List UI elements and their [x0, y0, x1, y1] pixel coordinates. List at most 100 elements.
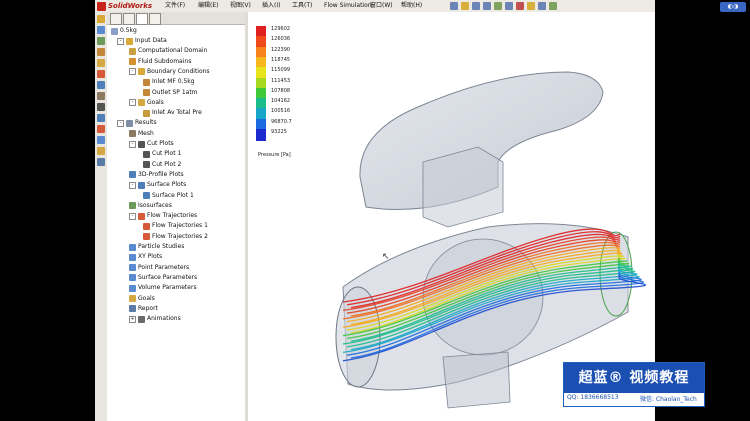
tree-item[interactable]: Cut Plot 1: [143, 149, 181, 159]
tree-item[interactable]: Report: [129, 304, 158, 314]
run-icon[interactable]: [97, 70, 105, 78]
project-icon: [111, 27, 118, 35]
tree-item[interactable]: Inlet MF 0.5kg: [143, 77, 195, 87]
collapse-icon[interactable]: -: [129, 68, 136, 76]
tree-item-label: Particle Studies: [138, 243, 185, 250]
open-icon[interactable]: [461, 2, 469, 10]
menu-help[interactable]: 帮助(H): [401, 0, 422, 12]
collapse-icon[interactable]: -: [129, 140, 136, 148]
tree-item[interactable]: + Animations: [129, 314, 181, 324]
tree-item[interactable]: Flow Trajectories 1: [143, 221, 208, 231]
tree-item-label: XY Plots: [138, 253, 163, 261]
tree-item-label: Results: [135, 119, 157, 127]
new-icon[interactable]: [450, 2, 458, 10]
valve-bottom: [442, 351, 511, 409]
tab-feature-manager[interactable]: [110, 13, 122, 25]
xy-plot-tool-icon[interactable]: [97, 136, 105, 144]
watermark-title: 超蓝® 视频教程: [564, 363, 704, 393]
menu-tools[interactable]: 工具(T): [292, 0, 312, 12]
collapse-icon[interactable]: -: [129, 181, 136, 189]
rebuild-icon[interactable]: [516, 2, 524, 10]
tree-item[interactable]: - Surface Plots: [129, 180, 186, 190]
menu-edit[interactable]: 编辑(E): [198, 0, 218, 12]
report-tool-icon[interactable]: [97, 158, 105, 166]
general-settings-icon[interactable]: [97, 26, 105, 34]
tree-item-label: Mesh: [138, 129, 154, 137]
outlet-icon: [143, 89, 150, 96]
tree-item-label: Computational Domain: [138, 47, 208, 55]
report-icon: [129, 305, 136, 313]
cut-plot-icon: [143, 150, 150, 158]
tree-item[interactable]: - Cut Plots: [129, 139, 174, 149]
trajectory-icon: [143, 222, 150, 230]
tree-item[interactable]: Outlet SP 1atm: [143, 88, 198, 98]
handle-stem: [422, 146, 504, 228]
undo-icon[interactable]: [494, 2, 502, 10]
tree-item[interactable]: Surface Parameters: [129, 273, 197, 283]
watermark-qq: QQ: 1836668513: [567, 394, 619, 401]
tree-item[interactable]: Fluid Subdomains: [129, 57, 191, 67]
tree-item-label: Flow Trajectories 2: [152, 232, 208, 240]
graphics-viewport[interactable]: 129602 126036 122390 118745 115099 111453 1078…: [248, 12, 655, 421]
menu-insert[interactable]: 插入(I): [262, 0, 280, 12]
trajectory-tool-icon[interactable]: [97, 125, 105, 133]
goal-tool-icon[interactable]: [97, 59, 105, 67]
collapse-icon[interactable]: -: [129, 212, 136, 220]
tree-item[interactable]: Goals: [129, 294, 155, 304]
select-icon[interactable]: [505, 2, 513, 10]
tree-item-label: Cut Plot 1: [152, 150, 182, 158]
menu-file[interactable]: 文件(F): [165, 0, 185, 12]
goals-icon: [138, 99, 145, 107]
tree-item[interactable]: Computational Domain: [129, 46, 207, 56]
cut-plot-tool-icon[interactable]: [97, 103, 105, 111]
tree-item[interactable]: - Boundary Conditions: [129, 67, 210, 77]
tab-property-manager[interactable]: [123, 13, 135, 25]
wizard-icon[interactable]: [97, 15, 105, 23]
save-icon[interactable]: [472, 2, 480, 10]
tree-item-label: Flow Trajectories 1: [152, 222, 208, 230]
surface-plots-icon: [138, 181, 145, 189]
tree-item[interactable]: Isosurfaces: [129, 201, 172, 211]
collapse-icon[interactable]: -: [117, 37, 124, 45]
collapse-icon[interactable]: -: [129, 99, 136, 107]
load-results-icon[interactable]: [97, 81, 105, 89]
menu-flow-simulation[interactable]: Flow Simulation: [324, 0, 372, 12]
mesh-tool-icon[interactable]: [97, 92, 105, 100]
print-icon[interactable]: [483, 2, 491, 10]
tree-item[interactable]: 3D-Profile Plots: [129, 170, 184, 180]
menu-window[interactable]: 窗口(W): [370, 0, 393, 12]
tree-item[interactable]: Particle Studies: [129, 242, 184, 252]
domain-tool-icon[interactable]: [97, 37, 105, 45]
tree-item[interactable]: - Results: [117, 118, 157, 128]
particle-icon: [129, 243, 136, 251]
extra-icon[interactable]: [549, 2, 557, 10]
tree-item[interactable]: Flow Trajectories 2: [143, 232, 208, 242]
tree-item[interactable]: Cut Plot 2: [143, 160, 181, 170]
collapse-icon[interactable]: -: [117, 119, 124, 127]
tree-item-label: Flow Trajectories: [147, 212, 198, 220]
tab-configuration[interactable]: [149, 13, 161, 25]
tree-item[interactable]: Inlet Av Total Pre: [143, 108, 202, 118]
watermark: 超蓝® 视频教程 QQ: 1836668513 微信: Chaolan_Tech: [563, 362, 705, 407]
tree-item-label: Outlet SP 1atm: [152, 88, 198, 96]
boundary-tool-icon[interactable]: [97, 48, 105, 56]
tree-item[interactable]: - Input Data: [117, 36, 167, 46]
help-icon[interactable]: [538, 2, 546, 10]
expand-icon[interactable]: +: [129, 315, 136, 323]
goal-plot-tool-icon[interactable]: [97, 147, 105, 155]
tree-item[interactable]: - Goals: [129, 98, 164, 108]
folder-icon: [126, 37, 133, 45]
tab-flow-analysis[interactable]: [136, 13, 148, 25]
tree-item[interactable]: XY Plots: [129, 252, 162, 262]
tree-item[interactable]: Point Parameters: [129, 263, 189, 273]
tree-item[interactable]: Mesh: [129, 129, 154, 139]
tree-item[interactable]: Surface Plot 1: [143, 191, 194, 201]
tree-root[interactable]: 0.5kg: [111, 26, 137, 36]
profile-plot-icon: [129, 171, 136, 179]
surface-plot-tool-icon[interactable]: [97, 114, 105, 122]
tree-item[interactable]: Volume Parameters: [129, 283, 197, 293]
tree-item-label: Boundary Conditions: [147, 67, 210, 75]
options-icon[interactable]: [527, 2, 535, 10]
tree-item[interactable]: - Flow Trajectories: [129, 211, 197, 221]
menu-view[interactable]: 视图(V): [230, 0, 251, 12]
